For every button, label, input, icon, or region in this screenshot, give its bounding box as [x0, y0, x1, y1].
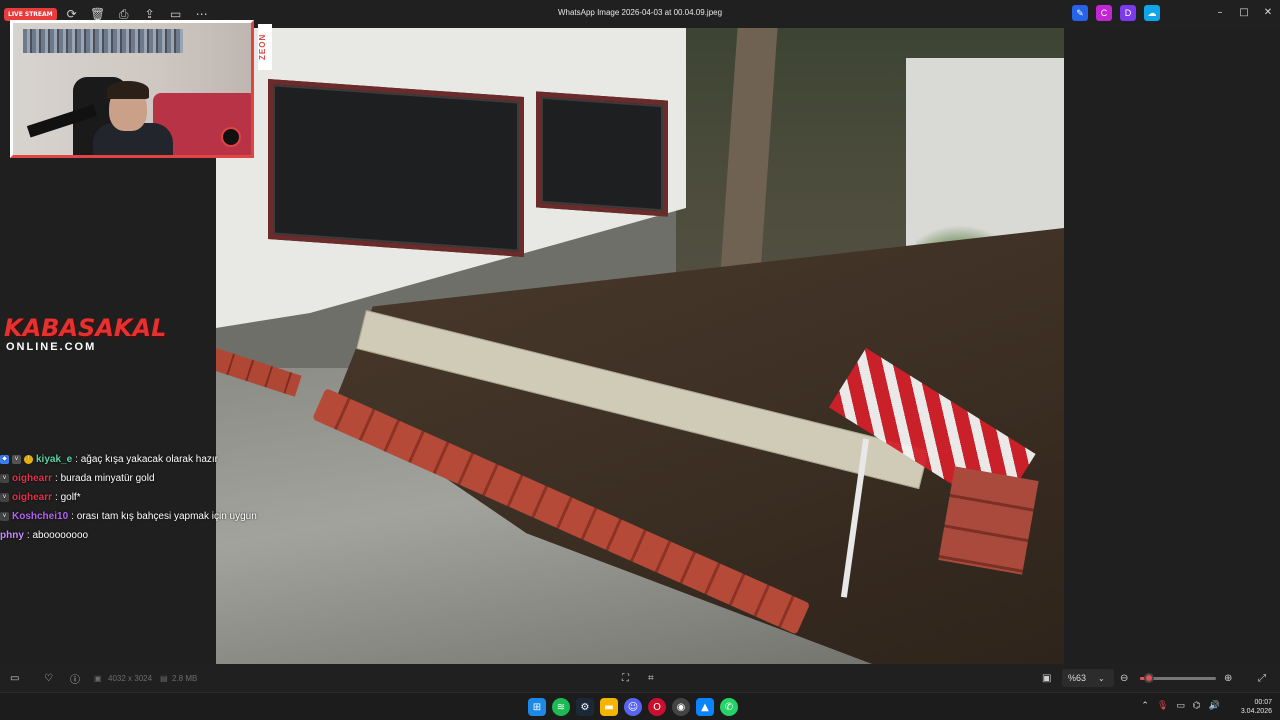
- chat-text: : golf*: [55, 492, 81, 503]
- chat-message: phny : aboooooooo: [0, 526, 280, 545]
- chat-username: phny: [0, 530, 24, 541]
- badge-icon: !: [24, 455, 33, 464]
- opera-gx-icon[interactable]: O: [648, 698, 666, 716]
- windows-icon[interactable]: ⊞: [528, 698, 546, 716]
- filesize-icon: ▤: [160, 674, 168, 683]
- chat-text: : aboooooooo: [26, 530, 89, 541]
- chat-username: oighearr: [12, 473, 53, 484]
- favorite-icon[interactable]: ♡: [44, 670, 53, 686]
- designer-icon[interactable]: D: [1120, 5, 1136, 21]
- fit-screen-icon[interactable]: ⛶: [622, 670, 629, 686]
- badge-icon: v: [12, 455, 21, 464]
- filmstrip-icon[interactable]: ▭: [10, 670, 19, 686]
- taskbar: ⊞ ≋ ⚙ ▬ ☺ O ◉ ▲ ✆ ⌃ 🎙 ▭ ⌬ 🔊 00:07 3.04.2…: [0, 692, 1280, 720]
- chrome-icon[interactable]: ◉: [672, 698, 690, 716]
- webcam-overlay: [10, 20, 254, 158]
- dimensions-icon: ▣: [94, 674, 102, 683]
- badge-icon: v: [0, 493, 9, 502]
- steam-icon[interactable]: ⚙: [576, 698, 594, 716]
- actual-size-icon[interactable]: ▣: [1042, 670, 1051, 686]
- chat-username: kiyak_e: [36, 454, 73, 465]
- zoom-slider-thumb[interactable]: [1144, 673, 1155, 683]
- spotify-icon[interactable]: ≋: [552, 698, 570, 716]
- chat-text: : orası tam kış bahçesi yapmak için uygu…: [71, 511, 257, 522]
- building-window-right: [536, 91, 668, 217]
- system-clock[interactable]: 00:07 3.04.2026: [1241, 698, 1272, 716]
- toolbar-right: ✎ C D ☁: [1072, 5, 1160, 21]
- chat-message: ◆ v ! kiyak_e : ağaç kışa yakacak olarak…: [0, 450, 280, 469]
- fullscreen-icon[interactable]: ⤢: [1258, 670, 1266, 686]
- clock-time: 00:07: [1254, 699, 1272, 706]
- chat-username: Koshchei10: [12, 511, 69, 522]
- chevron-up-icon[interactable]: ⌃: [1141, 701, 1149, 711]
- zeon-label: ZEON: [258, 24, 272, 70]
- brand-logo: KABASAKAL ONLINE.COM: [4, 316, 166, 354]
- window-controls: – □ ✕: [1208, 0, 1280, 24]
- photos-icon[interactable]: ▲: [696, 698, 714, 716]
- chat-message: v oighearr : burada minyatür gold: [0, 469, 280, 488]
- building-window-left: [268, 79, 524, 257]
- clock-date: 3.04.2026: [1240, 708, 1272, 715]
- taskbar-apps: ⊞ ≋ ⚙ ▬ ☺ O ◉ ▲ ✆: [528, 698, 738, 716]
- whatsapp-icon[interactable]: ✆: [720, 698, 738, 716]
- channel-logo-icon: [221, 127, 241, 147]
- chevron-down-icon: ⌄: [1098, 673, 1105, 683]
- crop-icon[interactable]: ⌗: [648, 670, 654, 686]
- onedrive-icon[interactable]: ☁: [1144, 5, 1160, 21]
- chat-text: : burada minyatür gold: [55, 473, 155, 484]
- chat-message: v Koshchei10 : orası tam kış bahçesi yap…: [0, 507, 280, 526]
- zoom-in-icon[interactable]: ⊕: [1224, 670, 1232, 686]
- network-icon[interactable]: ⌬: [1193, 701, 1201, 711]
- microphone-icon[interactable]: 🎙: [1157, 701, 1168, 711]
- badge-icon: ◆: [0, 455, 9, 464]
- maximize-button[interactable]: □: [1232, 0, 1256, 24]
- chat-overlay: ◆ v ! kiyak_e : ağaç kışa yakacak olarak…: [0, 450, 280, 545]
- brick-stack: [938, 466, 1039, 575]
- close-button[interactable]: ✕: [1256, 0, 1280, 24]
- chat-message: v oighearr : golf*: [0, 488, 280, 507]
- image-filesize: 2.8 MB: [172, 674, 198, 683]
- zoom-value: %63: [1068, 673, 1087, 683]
- chat-text: : ağaç kışa yakacak olarak hazır: [75, 454, 219, 465]
- chat-username: oighearr: [12, 492, 53, 503]
- zoom-slider[interactable]: [1140, 673, 1216, 683]
- editor-icon[interactable]: ✎: [1072, 5, 1088, 21]
- file-explorer-icon[interactable]: ▬: [600, 698, 618, 716]
- image-dimensions: 4032 x 3024: [108, 674, 153, 683]
- zoom-out-icon[interactable]: ⊖: [1120, 670, 1128, 686]
- clipchamp-icon[interactable]: C: [1096, 5, 1112, 21]
- brand-bottom-text: ONLINE.COM: [6, 341, 97, 353]
- status-bar: ▭ ♡ ⓘ ▣ 4032 x 3024 ▤ 2.8 MB ⛶ ⌗ ▣ %63 ⌄…: [0, 664, 1280, 692]
- volume-icon[interactable]: 🔊: [1209, 701, 1220, 711]
- brand-top-text: KABASAKAL: [4, 314, 167, 342]
- minimize-button[interactable]: –: [1208, 0, 1232, 24]
- system-tray: ⌃ 🎙 ▭ ⌬ 🔊: [1141, 701, 1220, 711]
- zoom-dropdown[interactable]: %63 ⌄: [1062, 669, 1114, 687]
- info-icon[interactable]: ⓘ: [70, 670, 80, 686]
- webcam-shelf: [23, 29, 183, 53]
- discord-icon[interactable]: ☺: [624, 698, 642, 716]
- webcam-person-hair: [107, 81, 149, 99]
- display-icon[interactable]: ▭: [1176, 701, 1185, 711]
- photo-canvas[interactable]: [216, 28, 1064, 664]
- badge-icon: v: [0, 512, 9, 521]
- badge-icon: v: [0, 474, 9, 483]
